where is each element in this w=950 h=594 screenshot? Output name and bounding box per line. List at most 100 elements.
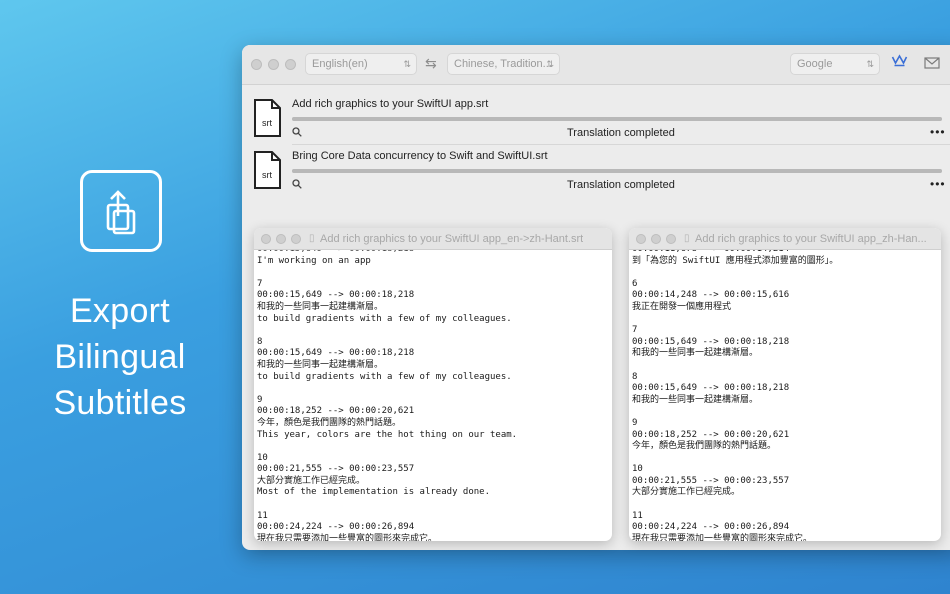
subtitle-line: 00:00:15,649 --> 00:00:18,218	[257, 290, 415, 301]
chevron-updown-icon: ⇅	[403, 59, 411, 69]
window-title: Add rich graphics to your SwiftUI app_zh…	[695, 233, 927, 245]
file-row[interactable]: srt Add rich graphics to your SwiftUI ap…	[242, 95, 950, 143]
zoom-button[interactable]	[285, 59, 296, 70]
crown-icon[interactable]	[891, 54, 908, 71]
promo-line: Export	[69, 292, 171, 330]
engine-value: Google	[797, 58, 833, 70]
subtitle-line: 現在我只需要添加一些豐富的圖形來完成它。	[257, 533, 438, 541]
window-titlebar[interactable]: ▯ Add rich graphics to your SwiftUI app_…	[629, 228, 941, 250]
search-icon[interactable]	[292, 127, 302, 140]
subtitle-line: 00:00:18,252 --> 00:00:20,621	[632, 429, 790, 440]
progress-fill	[292, 117, 942, 121]
close-button[interactable]	[261, 234, 271, 244]
mail-icon[interactable]	[924, 56, 940, 72]
promo-line: Bilingual	[54, 338, 186, 376]
minimize-button[interactable]	[651, 234, 661, 244]
source-language-select[interactable]: English(en) ⇅	[305, 53, 417, 75]
subtitle-line: 8	[257, 336, 263, 347]
subtitle-line: 8	[632, 371, 638, 382]
file-row[interactable]: srt Bring Core Data concurrency to Swift…	[242, 147, 950, 195]
window-controls	[261, 234, 301, 244]
window-controls	[636, 234, 676, 244]
promo-headline: Export Bilingual Subtitles	[20, 288, 220, 426]
progress-fill	[292, 169, 942, 173]
minimize-button[interactable]	[268, 59, 279, 70]
divider	[292, 144, 950, 145]
subtitle-cue: 10 00:00:21,555 --> 00:00:23,557 大部分實施工作已經…	[257, 453, 609, 499]
subtitle-line: 6	[632, 278, 638, 289]
subtitle-line: to build gradients with a few of my coll…	[257, 313, 512, 324]
subtitle-line: 和我的一些同事一起建構漸層。	[632, 394, 759, 405]
subtitle-line: 00:00:21,555 --> 00:00:23,557	[257, 464, 415, 475]
subtitle-line: 現在我只需要添加一些豐富的圖形來完成它。	[632, 533, 813, 541]
subtitle-text[interactable]: 00:00:15,649 --> 00:00:18,218 I'm working…	[257, 250, 609, 541]
target-language-value: Chinese, Tradition...	[454, 58, 552, 70]
subtitle-line: 00:00:24,224 --> 00:00:26,894	[632, 522, 790, 533]
window-title: Add rich graphics to your SwiftUI app_en…	[320, 233, 584, 245]
subtitle-line: 10	[257, 452, 268, 463]
subtitle-cue: 00:00:11,678 --> 00:00:14,214到「為您的 Swift…	[632, 250, 938, 267]
progress-bar	[292, 117, 942, 121]
subtitle-cue: 9 00:00:18,252 --> 00:00:20,621 今年，顏色是我們團隊…	[632, 418, 938, 453]
subtitle-line: This year, colors are the hot thing on o…	[257, 429, 518, 440]
subtitle-line: 00:00:15,649 --> 00:00:18,218	[257, 348, 415, 359]
progress-bar	[292, 169, 942, 173]
zoom-button[interactable]	[666, 234, 676, 244]
subtitle-line: 00:00:15,649 --> 00:00:18,218	[632, 336, 790, 347]
srt-file-icon: srt	[252, 151, 282, 189]
subtitle-cue: 9 00:00:18,252 --> 00:00:20,621 今年，顏色是我們團隊…	[257, 395, 609, 441]
status-text: Translation completed	[567, 127, 675, 139]
chevron-updown-icon: ⇅	[866, 59, 874, 69]
status-text: Translation completed	[567, 179, 675, 191]
more-button[interactable]: •••	[930, 177, 946, 191]
subtitle-text[interactable]: 00:00:11,678 --> 00:00:14,214到「為您的 Swift…	[632, 250, 938, 541]
promo-line: Subtitles	[53, 384, 187, 422]
subtitle-line: 7	[257, 278, 263, 289]
share-export-icon	[106, 190, 136, 235]
subtitle-line: to build gradients with a few of my coll…	[257, 371, 512, 382]
target-language-select[interactable]: Chinese, Tradition... ⇅	[447, 53, 560, 75]
subtitle-line: 00:00:21,555 --> 00:00:23,557	[632, 475, 790, 486]
close-button[interactable]	[251, 59, 262, 70]
swap-arrows-icon[interactable]: ⇆	[425, 55, 437, 72]
subtitle-cue: 8 00:00:15,649 --> 00:00:18,218 和我的一些同事一起建…	[632, 372, 938, 407]
subtitle-line: 和我的一些同事一起建構漸層。	[257, 301, 384, 312]
subtitle-line: 10	[632, 464, 643, 475]
close-button[interactable]	[636, 234, 646, 244]
window-controls	[251, 59, 296, 70]
subtitle-line: 到「為您的 SwiftUI 應用程式添加豐富的圖形」。	[632, 255, 839, 266]
subtitle-cue: 7 00:00:15,649 --> 00:00:18,218 和我的一些同事一起建…	[632, 325, 938, 360]
subtitle-line: 00:00:14,248 --> 00:00:15,616	[632, 290, 790, 301]
translated-subtitle-window: ▯ Add rich graphics to your SwiftUI app_…	[629, 228, 941, 541]
zoom-button[interactable]	[291, 234, 301, 244]
subtitle-cue: 11 00:00:24,224 --> 00:00:26,894 現在我只需要添加一…	[257, 511, 609, 541]
subtitle-cue: 8 00:00:15,649 --> 00:00:18,218 和我的一些同事一起建…	[257, 337, 609, 383]
chevron-updown-icon: ⇅	[546, 59, 554, 69]
document-icon: ▯	[684, 233, 690, 244]
subtitle-line: 9	[632, 417, 638, 428]
source-language-value: English(en)	[312, 58, 368, 70]
bilingual-subtitle-window: ▯ Add rich graphics to your SwiftUI app_…	[254, 228, 612, 541]
srt-file-icon: srt	[252, 99, 282, 137]
search-icon[interactable]	[292, 179, 302, 192]
subtitle-line: 00:00:24,224 --> 00:00:26,894	[257, 522, 415, 533]
more-button[interactable]: •••	[930, 125, 946, 139]
subtitle-line: 今年，顏色是我們團隊的熱門話題。	[632, 441, 777, 452]
subtitle-line: 我正在開發一個應用程式	[632, 301, 732, 312]
subtitle-line: 和我的一些同事一起建構漸層。	[257, 359, 384, 370]
window-titlebar[interactable]: ▯ Add rich graphics to your SwiftUI app_…	[254, 228, 612, 250]
engine-select[interactable]: Google ⇅	[790, 53, 880, 75]
subtitle-line: I'm working on an app	[257, 255, 371, 266]
subtitle-line: 9	[257, 394, 263, 405]
subtitle-cue: 10 00:00:21,555 --> 00:00:23,557 大部分實施工作已經…	[632, 464, 938, 499]
subtitle-cue: 6 00:00:14,248 --> 00:00:15,616 我正在開發一個應用程…	[632, 279, 938, 314]
subtitle-cue: 11 00:00:24,224 --> 00:00:26,894 現在我只需要添加一…	[632, 511, 938, 541]
file-type-label: srt	[262, 170, 272, 180]
subtitle-line: 00:00:15,649 --> 00:00:18,218	[632, 383, 790, 394]
subtitle-line: Most of the implementation is already do…	[257, 487, 490, 498]
minimize-button[interactable]	[276, 234, 286, 244]
file-name: Add rich graphics to your SwiftUI app.sr…	[292, 98, 489, 110]
file-name: Bring Core Data concurrency to Swift and…	[292, 150, 548, 162]
document-icon: ▯	[309, 233, 315, 244]
subtitle-line: 大部分實施工作已經完成。	[632, 487, 741, 498]
